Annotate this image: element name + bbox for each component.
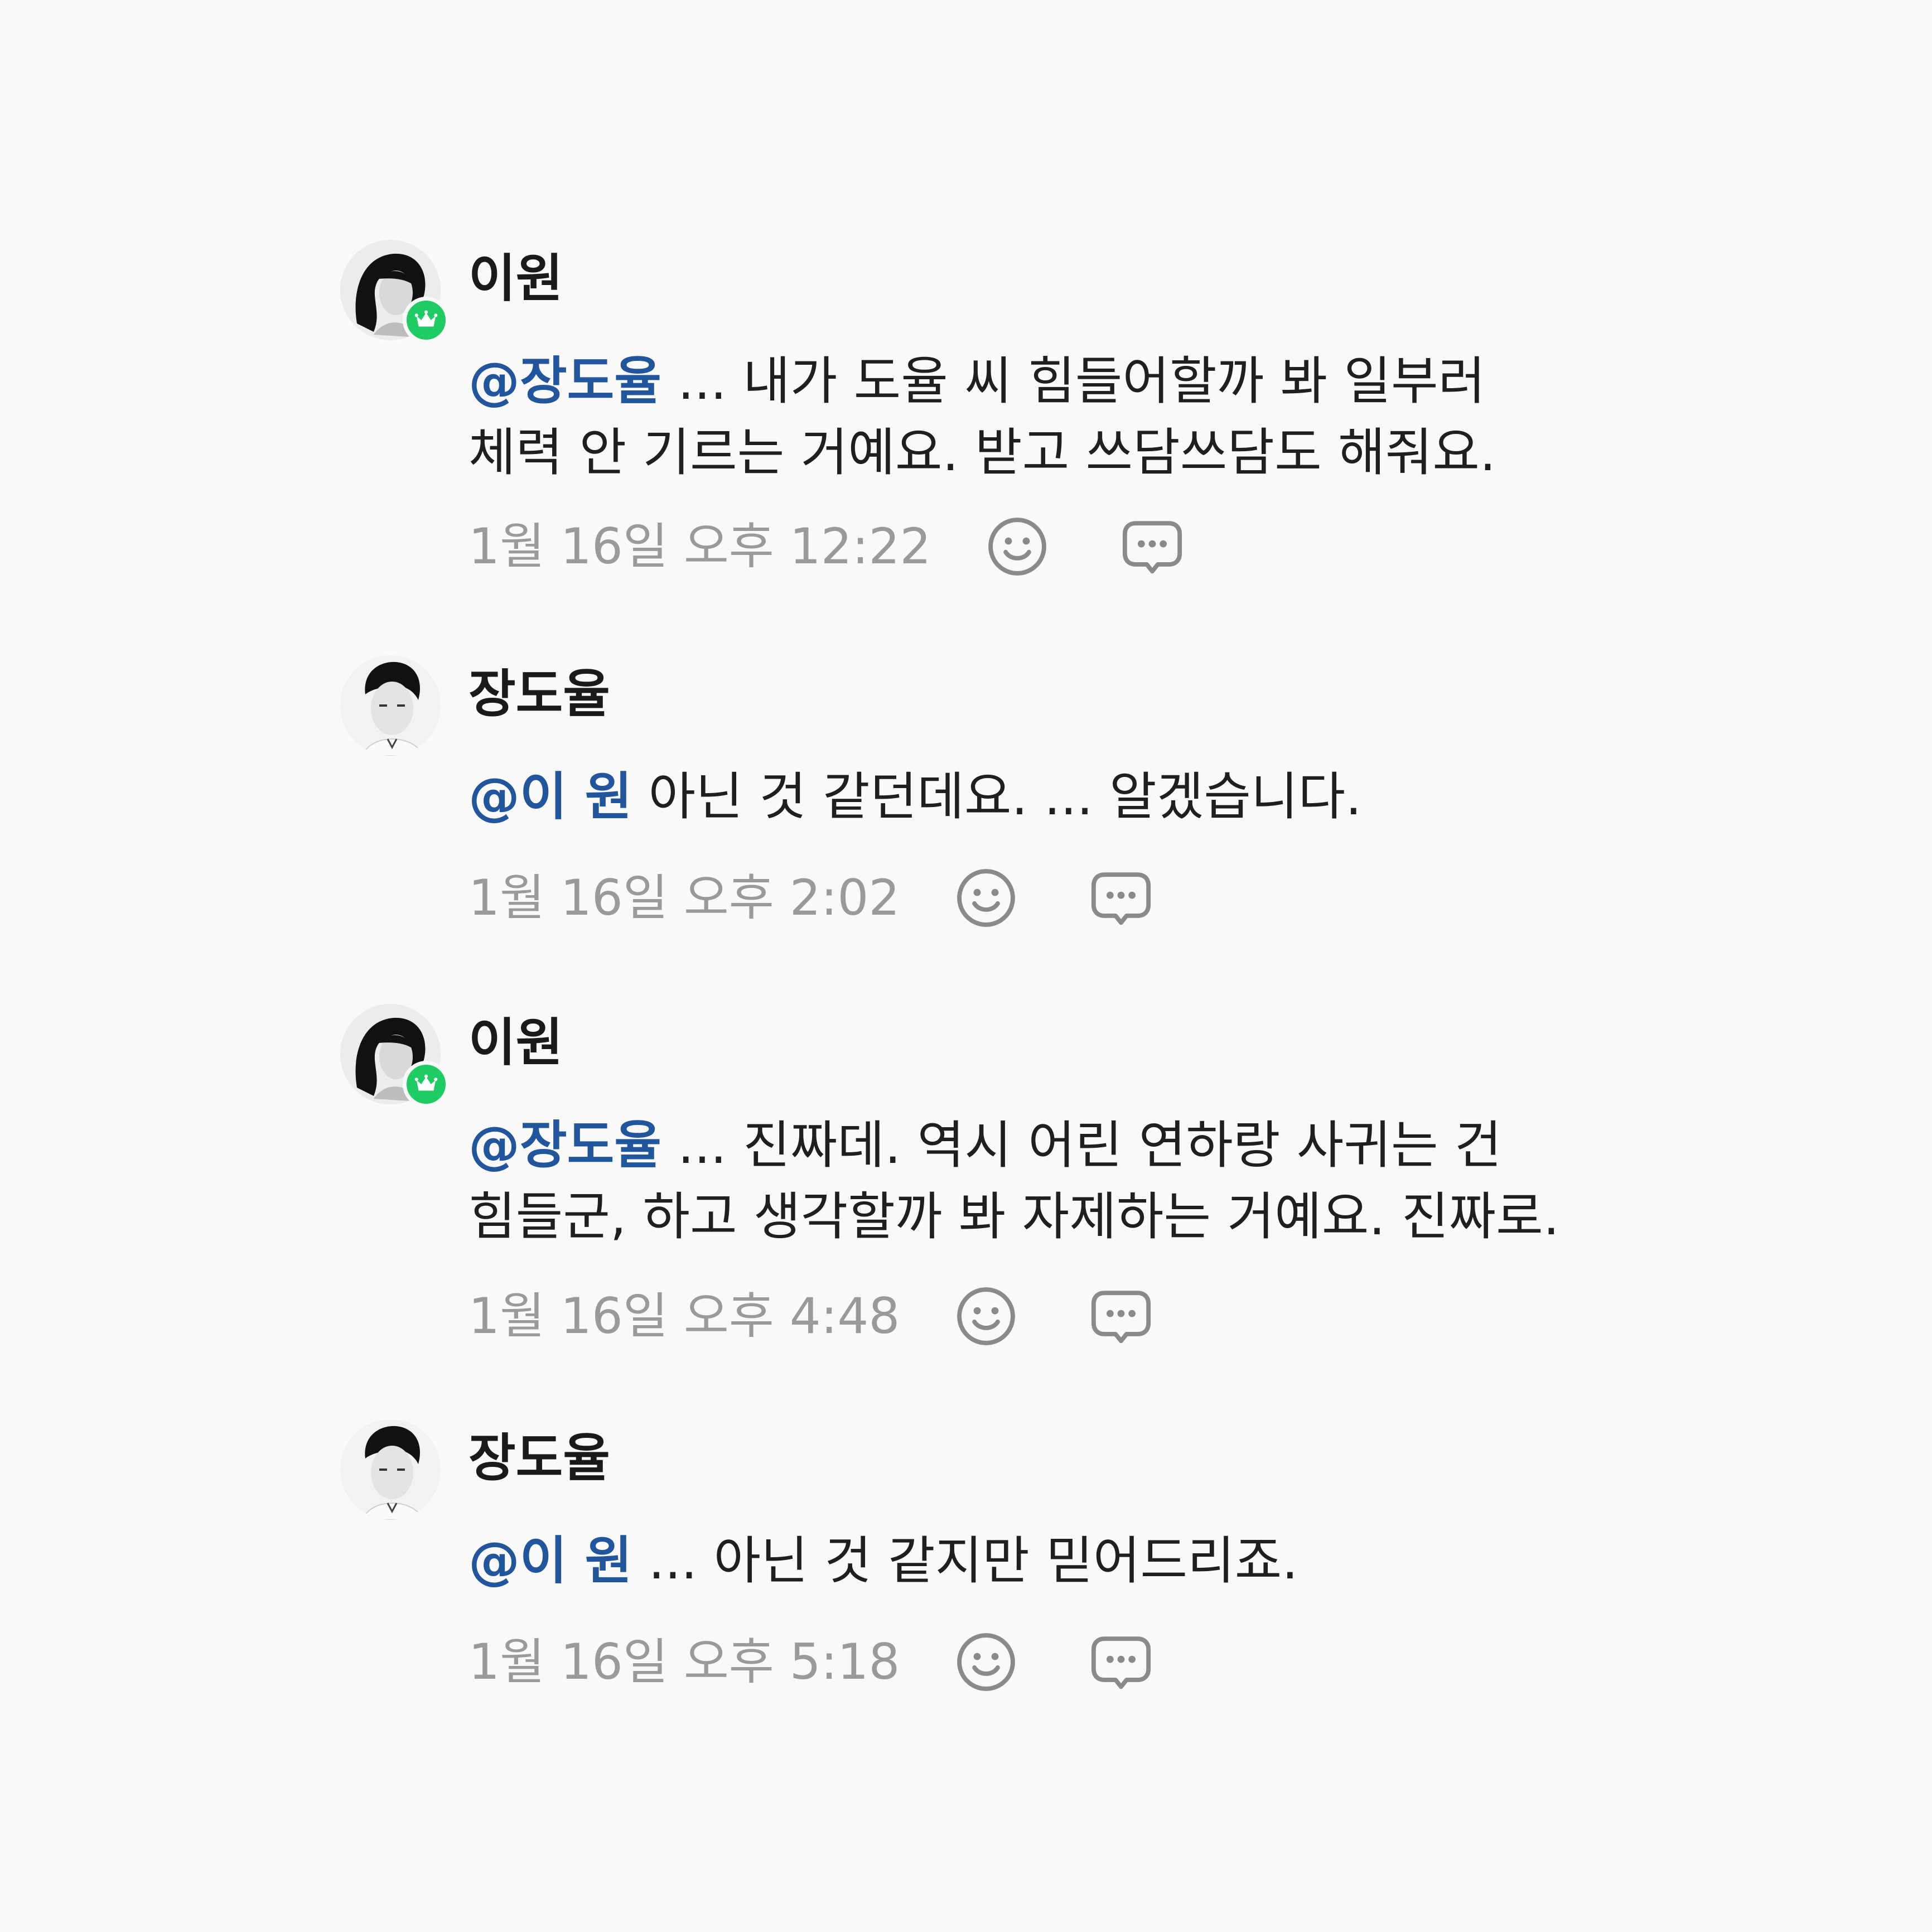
react-button[interactable] [981,510,1054,583]
smiley-icon [957,1287,1016,1345]
smiley-icon [957,869,1016,927]
avatar-photo [340,1419,441,1520]
smiley-icon [988,518,1047,576]
smiley-icon [957,1633,1016,1691]
mention-link[interactable]: @장도율 [468,1115,661,1175]
crown-badge [403,1061,450,1108]
author-name[interactable]: 장도율 [468,661,610,728]
comment-meta: 1월 16일 오후 5:18 [468,1626,1157,1698]
mention-link[interactable]: @장도율 [468,351,661,411]
crown-icon [414,310,438,327]
timestamp: 1월 16일 오후 2:02 [468,869,900,926]
comment-meta: 1월 16일 오후 4:48 [468,1280,1157,1353]
comment-body: @장도율 ... 내가 도율 씨 힘들어할까 봐 일부러 체력 안 기르는 거예… [468,346,1573,489]
avatar-photo [340,655,441,756]
speech-bubble-icon [1091,1291,1151,1344]
author-name[interactable]: 이원 [468,1010,563,1076]
reply-button[interactable] [1116,510,1189,583]
react-button[interactable] [950,862,1022,934]
comment-text: 아닌 것 같던데요. ... 알겠습니다. [632,767,1362,827]
comment-body: @이 원 아닌 것 같던데요. ... 알겠습니다. [468,761,1573,833]
comment-text: ... 아닌 것 같지만 믿어드리죠. [632,1531,1298,1591]
timestamp: 1월 16일 오후 5:18 [468,1633,900,1690]
author-name[interactable]: 이원 [468,245,563,312]
crown-icon [414,1074,438,1091]
avatar[interactable] [340,240,450,344]
avatar[interactable] [340,1004,450,1108]
avatar[interactable] [340,655,441,756]
react-button[interactable] [950,1280,1022,1353]
comment-body: @이 원 ... 아닌 것 같지만 믿어드리죠. [468,1525,1573,1597]
comment-body: @장도율 ... 진짜데. 역시 어린 연하랑 사귀는 건 힘들군, 하고 생각… [468,1110,1573,1253]
mention-link[interactable]: @이 원 [468,767,632,827]
reply-button[interactable] [1085,1626,1157,1698]
speech-bubble-icon [1091,1636,1151,1689]
react-button[interactable] [950,1626,1022,1698]
timestamp: 1월 16일 오후 12:22 [468,518,931,575]
crown-badge [403,297,450,344]
reply-button[interactable] [1085,1280,1157,1353]
timestamp: 1월 16일 오후 4:48 [468,1287,900,1345]
author-name[interactable]: 장도율 [468,1425,610,1492]
comment-meta: 1월 16일 오후 2:02 [468,862,1157,934]
speech-bubble-icon [1091,872,1151,925]
reply-button[interactable] [1085,862,1157,934]
comment-meta: 1월 16일 오후 12:22 [468,510,1189,583]
comment-thread: 이원 @장도율 ... 내가 도율 씨 힘들어할까 봐 일부러 체력 안 기르는… [0,0,1932,1932]
speech-bubble-icon [1123,521,1182,574]
mention-link[interactable]: @이 원 [468,1531,632,1591]
avatar[interactable] [340,1419,441,1520]
